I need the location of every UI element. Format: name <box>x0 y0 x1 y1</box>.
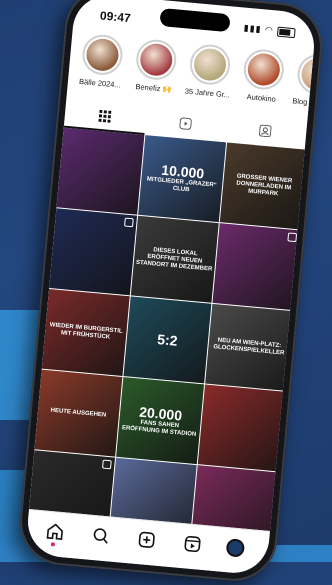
story-highlight[interactable]: 35 Jahre Gr... <box>181 42 238 100</box>
reels-nav-icon <box>184 535 201 553</box>
reels-icon <box>179 117 192 130</box>
story-label: Autokino <box>246 92 277 104</box>
wifi-icon: ◠ <box>264 24 275 36</box>
post-caption: Wieder im Burgerstil mit Frühstück <box>45 320 127 345</box>
reel-badge-icon <box>287 232 298 243</box>
nav-home-button[interactable] <box>44 522 66 547</box>
post-text: Heute Ausgehen <box>50 407 107 419</box>
story-thumbnail <box>300 57 318 92</box>
story-ring <box>188 42 232 87</box>
nav-reels-button[interactable] <box>182 534 204 556</box>
reel-badge-icon <box>101 459 112 470</box>
grid-icon <box>98 109 112 123</box>
signal-icon: ▮▮▮ <box>243 22 263 35</box>
post-text: Wieder im Burgerstil mit Frühstück <box>49 322 123 341</box>
post-tile[interactable]: 10.000 Mitglieder „Grazer“ Club <box>138 135 227 223</box>
story-ring <box>80 33 125 77</box>
story-label: 35 Jahre Gr... <box>184 86 231 100</box>
create-icon <box>138 531 155 548</box>
post-headline: 5:2 <box>156 330 179 349</box>
post-text: Neu am Wien-Platz: Glockenspielkeller <box>213 337 285 357</box>
nav-search-button[interactable] <box>90 526 112 548</box>
phone-device: 09:47 ▮▮▮ ◠ Bälle 2024... Benefiz 🙌 35 Jah… <box>16 0 326 585</box>
post-tile[interactable]: Wieder im Burgerstil mit Frühstück <box>41 288 130 376</box>
post-caption <box>91 250 95 254</box>
story-thumbnail <box>138 42 174 78</box>
search-icon <box>93 528 108 544</box>
post-caption: 10.000 Mitglieder „Grazer“ Club <box>140 158 224 198</box>
post-tile[interactable]: Dieses Lokal eröffnet neuen Standort im … <box>130 215 219 303</box>
post-tile[interactable] <box>212 223 301 311</box>
home-icon <box>46 523 63 540</box>
post-caption: Grosser Wiener Donnerladen im Murpark <box>222 170 305 202</box>
post-caption <box>240 426 244 430</box>
nav-profile-button[interactable] <box>225 538 247 560</box>
post-caption <box>98 169 102 173</box>
story-ring <box>295 52 318 97</box>
story-label: Blog achtse... <box>291 96 318 110</box>
dynamic-island <box>159 7 231 33</box>
post-tile[interactable] <box>56 127 145 215</box>
story-highlight[interactable]: Benefiz 🙌 <box>127 37 184 94</box>
story-label: Benefiz 🙌 <box>135 81 173 95</box>
story-highlight[interactable]: Bälle 2024... <box>74 33 131 90</box>
post-tile[interactable]: 5:2 <box>123 296 212 384</box>
post-caption: 5:2 <box>154 329 180 350</box>
post-caption: Dieses Lokal eröffnet neuen Standort im … <box>133 243 216 275</box>
phone-screen: 09:47 ▮▮▮ ◠ Bälle 2024... Benefiz 🙌 35 Jah… <box>24 0 318 576</box>
post-tile[interactable]: Heute Ausgehen <box>34 369 123 457</box>
post-caption: 20.000 Fans sahen Eröffnung im Stadion <box>118 400 202 440</box>
post-tile[interactable] <box>197 384 286 472</box>
battery-icon <box>276 26 296 38</box>
post-caption <box>69 492 73 496</box>
status-icons: ▮▮▮ ◠ <box>243 23 296 39</box>
post-caption: Neu am Wien-Platz: Glockenspielkeller <box>208 335 290 360</box>
post-tile[interactable]: 20.000 Fans sahen Eröffnung im Stadion <box>116 377 205 465</box>
post-tile[interactable] <box>49 208 138 296</box>
story-ring <box>242 47 286 92</box>
post-tile[interactable]: Neu am Wien-Platz: Glockenspielkeller <box>205 303 294 391</box>
story-thumbnail <box>192 47 228 83</box>
post-caption <box>151 499 155 503</box>
post-text: Dieses Lokal eröffnet neuen Standort im … <box>135 246 213 273</box>
post-text: Grosser Wiener Donnerladen im Murpark <box>236 173 293 197</box>
post-caption <box>232 506 236 510</box>
story-highlight[interactable]: Blog achtse... <box>289 52 318 110</box>
profile-avatar <box>225 538 246 558</box>
story-highlight[interactable]: Autokino <box>235 47 292 104</box>
post-caption: Heute Ausgehen <box>48 405 109 421</box>
story-thumbnail <box>85 37 120 73</box>
story-ring <box>134 38 178 82</box>
post-caption <box>254 264 258 268</box>
nav-create-button[interactable] <box>136 530 158 552</box>
post-tile[interactable]: Grosser Wiener Donnerladen im Murpark <box>219 142 308 230</box>
story-thumbnail <box>246 52 282 87</box>
reel-badge-icon <box>124 217 134 228</box>
status-time: 09:47 <box>99 8 132 26</box>
tagged-icon <box>259 124 273 138</box>
notification-dot <box>50 542 56 547</box>
story-label: Bälle 2024... <box>78 76 122 90</box>
